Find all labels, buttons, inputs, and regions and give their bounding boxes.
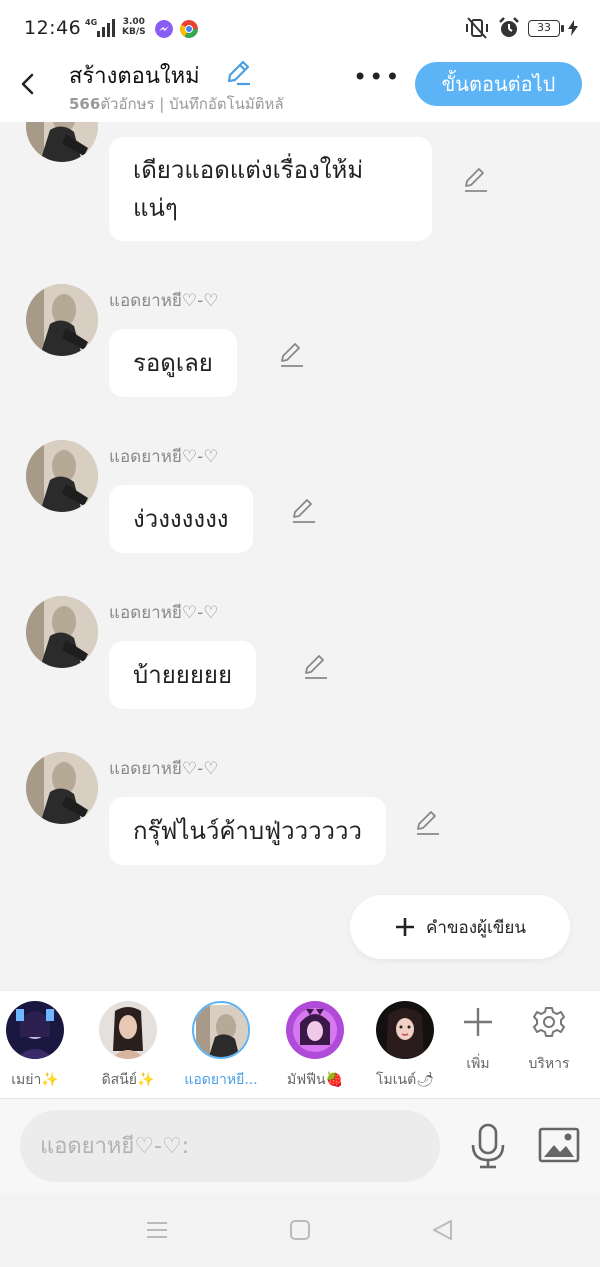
- edit-message-icon[interactable]: [462, 166, 490, 194]
- character-bar: เมย่า✨ ดิสนีย์✨ แอดยาหยี... มัฟฟีน🍓 โมเน…: [0, 990, 600, 1098]
- autosave-status: ตัวอักษร | บันทึกอัตโนมัติหลั: [100, 95, 284, 113]
- plus-icon: [395, 918, 414, 936]
- message-bubble[interactable]: ง่วงงงงงง: [109, 485, 253, 553]
- character-avatar: [99, 1001, 157, 1059]
- character-item[interactable]: เมย่า✨: [0, 1001, 75, 1091]
- sender-name: แอดยาหยี♡-♡: [109, 291, 219, 311]
- author-note-button[interactable]: คำของผู้เขียน: [350, 895, 570, 959]
- status-time: 12:46: [24, 17, 82, 39]
- message-text: กรุ๊ฟไนว์ค้าบฟู่วววววว: [133, 817, 362, 845]
- system-nav-bar: [0, 1193, 600, 1267]
- plus-icon: [464, 1008, 492, 1036]
- microphone-icon[interactable]: [468, 1123, 508, 1169]
- sender-name: แอดยาหยี♡-♡: [109, 603, 219, 623]
- character-item[interactable]: ดิสนีย์✨: [88, 1001, 168, 1091]
- message-text: บ้ายยยยย: [133, 661, 233, 689]
- back-icon[interactable]: [430, 1217, 456, 1243]
- edit-message-icon[interactable]: [414, 809, 442, 837]
- gear-icon: [533, 1007, 565, 1037]
- signal-icon: [97, 19, 115, 37]
- message-text: ง่วงงงงงง: [133, 505, 229, 533]
- character-name: มัฟฟีน🍓: [286, 1072, 344, 1088]
- sender-avatar[interactable]: [26, 752, 98, 824]
- character-name: เมย่า✨: [11, 1072, 59, 1088]
- chat-area: เดียวแอดแต่งเรื่องให้ม่ แน่ๆ แอดยาหยี♡-♡…: [0, 122, 600, 990]
- edit-message-icon[interactable]: [290, 497, 318, 525]
- author-note-label: คำของผู้เขียน: [425, 917, 527, 938]
- charging-icon: [568, 20, 578, 36]
- message-bubble[interactable]: รอดูเลย: [109, 329, 237, 397]
- edit-message-icon[interactable]: [278, 341, 306, 369]
- status-right: 33: [464, 17, 578, 39]
- edit-message-icon[interactable]: [302, 653, 330, 681]
- character-avatar: [192, 1001, 250, 1059]
- vibrate-off-icon: [466, 17, 488, 39]
- character-name: แอดยาหยี...: [184, 1072, 258, 1088]
- speed-value: 3.00: [122, 17, 145, 27]
- alarm-icon: [499, 17, 519, 37]
- back-arrow-icon[interactable]: [14, 70, 42, 98]
- image-icon[interactable]: [538, 1127, 580, 1163]
- message-text: เดียวแอดแต่งเรื่องให้ม่: [133, 156, 364, 184]
- character-name: โมเนต์🌶: [376, 1072, 434, 1088]
- battery-indicator: 33: [528, 19, 564, 37]
- sender-name: แอดยาหยี♡-♡: [109, 759, 219, 779]
- character-avatar: [6, 1001, 64, 1059]
- character-avatar: [286, 1001, 344, 1059]
- edit-title-icon[interactable]: [224, 58, 252, 86]
- message-bubble[interactable]: เดียวแอดแต่งเรื่องให้ม่ แน่ๆ: [109, 137, 432, 241]
- page-title: สร้างตอนใหม่: [69, 64, 200, 89]
- next-step-button[interactable]: ขั้นตอนต่อไป: [415, 62, 582, 106]
- messenger-icon: [155, 20, 173, 38]
- speed-unit: KB/S: [122, 27, 146, 37]
- message-bubble[interactable]: บ้ายยยยย: [109, 641, 257, 709]
- manage-label: บริหาร: [528, 1056, 570, 1072]
- input-area: [0, 1098, 600, 1193]
- message-bubble[interactable]: กรุ๊ฟไนว์ค้าบฟู่วววววว: [109, 797, 386, 865]
- sender-name: แอดยาหยี♡-♡: [109, 447, 219, 467]
- more-options-icon[interactable]: •••: [353, 65, 399, 94]
- network-speed: 3.00 KB/S: [122, 17, 146, 37]
- sender-avatar[interactable]: [26, 440, 98, 512]
- chrome-icon: [180, 20, 198, 38]
- sender-avatar[interactable]: [26, 122, 98, 162]
- header-subtitle: 566ตัวอักษร | บันทึกอัตโนมัติหลั: [69, 92, 284, 116]
- add-label: เพิ่ม: [466, 1056, 490, 1072]
- character-avatar: [376, 1001, 434, 1059]
- character-item[interactable]: มัฟฟีน🍓: [275, 1001, 355, 1091]
- home-icon[interactable]: [287, 1217, 313, 1243]
- message-input[interactable]: [20, 1110, 440, 1182]
- header: สร้างตอนใหม่ 566ตัวอักษร | บันทึกอัตโนมั…: [0, 58, 600, 122]
- character-name: ดิสนีย์✨: [101, 1072, 155, 1088]
- sender-avatar[interactable]: [26, 596, 98, 668]
- message-text: แน่ๆ: [133, 194, 178, 222]
- char-count: 566: [69, 95, 101, 113]
- menu-icon[interactable]: [144, 1217, 170, 1243]
- add-character-button[interactable]: เพิ่ม: [448, 1005, 508, 1075]
- character-item-selected[interactable]: แอดยาหยี...: [181, 1001, 261, 1091]
- manage-characters-button[interactable]: บริหาร: [519, 1005, 579, 1075]
- status-bar: 12:46 4G 3.00 KB/S 33: [0, 0, 600, 58]
- message-text: รอดูเลย: [133, 349, 213, 377]
- character-item[interactable]: โมเนต์🌶: [365, 1001, 445, 1091]
- sender-avatar[interactable]: [26, 284, 98, 356]
